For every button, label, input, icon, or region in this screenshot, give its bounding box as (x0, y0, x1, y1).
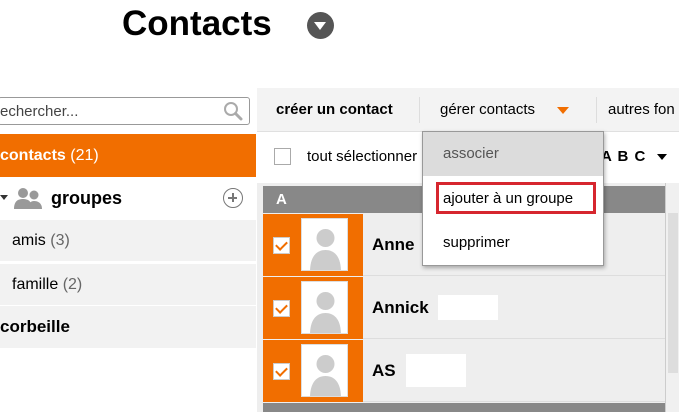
contact-name: Annick (372, 298, 429, 317)
dropdown-caret-icon (557, 107, 569, 114)
toolbar: créer un contact gérer contacts autres f… (257, 88, 679, 132)
menu-item-associate[interactable]: associer (423, 132, 603, 176)
sort-selector[interactable]: A B C (601, 148, 646, 165)
search-icon[interactable] (223, 101, 243, 121)
add-group-icon[interactable] (223, 188, 243, 208)
redacted-surname (406, 354, 466, 387)
highlight-box (436, 182, 596, 214)
row-checkbox[interactable] (273, 300, 290, 317)
row-checkbox[interactable] (273, 237, 290, 254)
search-box (0, 97, 250, 125)
contact-name: Anne (372, 235, 415, 254)
toolbar-divider (596, 97, 597, 123)
redacted-surname (438, 295, 498, 320)
row-checkbox[interactable] (273, 363, 290, 380)
collapse-arrow-icon[interactable] (0, 195, 8, 200)
sidebar-item-groups[interactable]: groupes (0, 177, 256, 219)
sidebar-item-trash[interactable]: corbeille (0, 306, 256, 348)
manage-contacts-button[interactable]: gérer contacts (424, 88, 603, 132)
sidebar-item-label: famille (12, 276, 59, 293)
sidebar-item-contacts[interactable]: contacts (21) (0, 134, 256, 177)
sort-caret-icon[interactable] (657, 154, 667, 160)
contact-row[interactable]: Annick (263, 277, 666, 339)
create-contact-button[interactable]: créer un contact (276, 88, 393, 132)
contacts-count: (21) (70, 147, 99, 164)
toolbar-divider (419, 97, 420, 123)
search-input[interactable] (0, 100, 213, 122)
sidebar-item-amis[interactable]: amis (3) (0, 220, 256, 262)
group-count: (2) (62, 276, 83, 293)
letter-header-next (263, 403, 666, 412)
other-functions-button[interactable]: autres fon (608, 88, 675, 132)
sidebar-item-label: contacts (0, 147, 66, 164)
sidebar-item-label: groupes (51, 188, 123, 208)
menu-item-delete[interactable]: supprimer (423, 221, 603, 265)
avatar-placeholder-icon (301, 218, 348, 271)
manage-contacts-label: gérer contacts (440, 101, 536, 118)
scrollbar-thumb[interactable] (668, 213, 678, 373)
avatar-placeholder-icon (301, 344, 348, 397)
people-icon (14, 188, 42, 209)
title-menu-chevron-icon[interactable] (307, 12, 334, 39)
contact-name: AS (372, 361, 396, 380)
select-all-checkbox[interactable] (274, 148, 291, 165)
sidebar-item-famille[interactable]: famille (2) (0, 264, 256, 306)
avatar-placeholder-icon (301, 281, 348, 334)
page-title: Contacts (122, 4, 272, 43)
contacts-app: Contacts contacts (21) groupes (0, 0, 679, 412)
sidebar: contacts (21) groupes amis (3) famille (… (0, 88, 256, 412)
contact-row[interactable]: AS (263, 340, 666, 402)
select-all-label[interactable]: tout sélectionner (307, 148, 417, 165)
group-count: (3) (50, 232, 70, 249)
list-scrollbar[interactable] (665, 183, 679, 412)
sidebar-item-label: amis (12, 232, 46, 249)
sidebar-empty-area (0, 350, 256, 412)
